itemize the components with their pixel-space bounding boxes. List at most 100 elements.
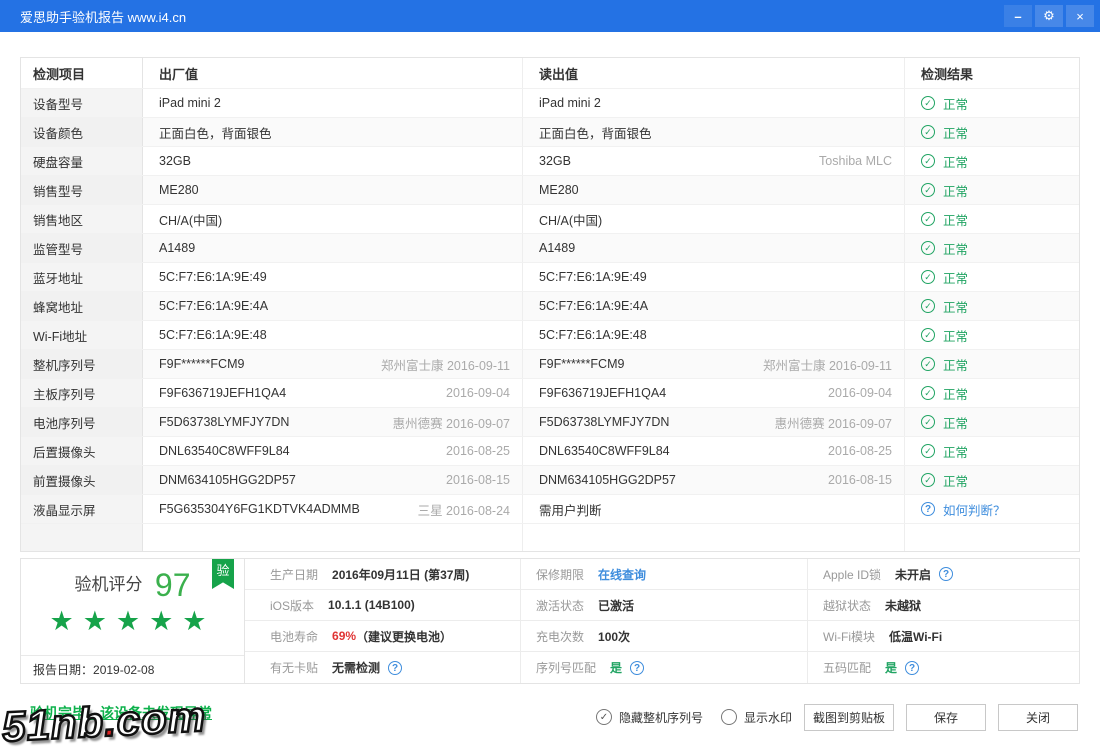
read-value: ME280 bbox=[539, 183, 579, 197]
result-normal-text: 正常 bbox=[943, 442, 968, 461]
question-circle-icon[interactable]: ? bbox=[905, 661, 919, 675]
table-row: 主板序列号F9F636719JEFH1QA42016-09-04F9F63671… bbox=[21, 378, 1079, 407]
question-circle-icon[interactable]: ? bbox=[939, 567, 953, 581]
report-date-label: 报告日期： bbox=[33, 661, 93, 678]
read-value-cell: DNL63540C8WFF9L842016-08-25 bbox=[523, 437, 905, 465]
titlebar: 爱思助手验机报告 www.i4.cn – ⚙ × bbox=[0, 0, 1100, 32]
info-value: 未越狱 bbox=[885, 597, 921, 614]
minimize-icon: – bbox=[1014, 9, 1021, 24]
info-label: Wi-Fi模块 bbox=[823, 628, 875, 645]
match-yes-value: 是 bbox=[610, 659, 622, 676]
info-value: 2016年09月11日 (第37周) bbox=[332, 566, 469, 583]
factory-value-cell: DNM634105HGG2DP572016-08-15 bbox=[143, 466, 523, 494]
info-label: 生产日期 bbox=[270, 566, 318, 583]
info-value: 低温Wi-Fi bbox=[889, 628, 942, 645]
read-value: A1489 bbox=[539, 241, 575, 255]
star-rating: ★★★★★ bbox=[21, 606, 244, 636]
info-label: 有无卡贴 bbox=[270, 659, 318, 676]
window-title: 爱思助手验机报告 www.i4.cn bbox=[0, 7, 1004, 26]
read-value: 5C:F7:E6:1A:9E:48 bbox=[539, 328, 647, 342]
factory-value: DNM634105HGG2DP57 bbox=[159, 473, 296, 487]
result-cell: ✓正常 bbox=[905, 379, 1079, 407]
close-report-button[interactable]: 关闭 bbox=[998, 704, 1078, 731]
table-row: 后置摄像头DNL63540C8WFF9L842016-08-25DNL63540… bbox=[21, 436, 1079, 465]
score-title: 验机评分 bbox=[74, 575, 142, 594]
read-value-cell: 32GBToshiba MLC bbox=[523, 147, 905, 175]
read-value: 正面白色，背面银色 bbox=[539, 123, 652, 142]
read-value: F9F******FCM9 bbox=[539, 357, 624, 371]
show-watermark-toggle[interactable]: 显示水印 bbox=[721, 709, 792, 726]
info-cell: iOS版本10.1.1 (14B100) bbox=[245, 590, 520, 621]
table-row: 整机序列号F9F******FCM9郑州富士康 2016-09-11F9F***… bbox=[21, 349, 1079, 378]
factory-value: 正面白色，背面银色 bbox=[159, 123, 272, 142]
row-label: 硬盘容量 bbox=[21, 147, 143, 175]
check-circle-icon: ✓ bbox=[921, 241, 935, 255]
check-circle-icon: ✓ bbox=[921, 357, 935, 371]
table-row: 蓝牙地址5C:F7:E6:1A:9E:495C:F7:E6:1A:9E:49✓正… bbox=[21, 262, 1079, 291]
table-row: 销售型号ME280ME280✓正常 bbox=[21, 175, 1079, 204]
result-cell: ✓正常 bbox=[905, 263, 1079, 291]
table-row: 设备型号iPad mini 2iPad mini 2✓正常 bbox=[21, 88, 1079, 117]
info-label: 电池寿命 bbox=[270, 628, 318, 645]
table-row: 销售地区CH/A(中国)CH/A(中国)✓正常 bbox=[21, 204, 1079, 233]
online-query-link[interactable]: 在线查询 bbox=[598, 566, 646, 583]
table-row: 监管型号 A1489 A1489 ✓正常 bbox=[21, 233, 1079, 262]
info-label: 充电次数 bbox=[536, 628, 584, 645]
factory-note: 2016-08-25 bbox=[446, 444, 510, 458]
read-value-cell: ME280 bbox=[523, 176, 905, 204]
factory-value: iPad mini 2 bbox=[159, 96, 221, 110]
save-button[interactable]: 保存 bbox=[906, 704, 986, 731]
factory-value-cell: F9F636719JEFH1QA42016-09-04 bbox=[143, 379, 523, 407]
close-icon: × bbox=[1076, 9, 1084, 24]
read-value: F9F636719JEFH1QA4 bbox=[539, 386, 666, 400]
check-circle-icon: ✓ bbox=[921, 212, 935, 226]
factory-value-cell: F5D63738LYMFJY7DN惠州德赛 2016-09-07 bbox=[143, 408, 523, 436]
header-result: 检测结果 bbox=[905, 58, 1079, 88]
result-cell: ✓正常 bbox=[905, 234, 1079, 262]
read-value-cell: DNM634105HGG2DP572016-08-15 bbox=[523, 466, 905, 494]
info-value: 100次 bbox=[598, 628, 630, 645]
read-value-cell: CH/A(中国) bbox=[523, 205, 905, 233]
result-cell: ✓正常 bbox=[905, 321, 1079, 349]
factory-value: F9F******FCM9 bbox=[159, 357, 244, 371]
factory-value-cell: DNL63540C8WFF9L842016-08-25 bbox=[143, 437, 523, 465]
question-circle-icon[interactable]: ? bbox=[630, 661, 644, 675]
header-read: 读出值 bbox=[523, 58, 905, 88]
settings-button[interactable]: ⚙ bbox=[1035, 5, 1063, 27]
show-watermark-label: 显示水印 bbox=[744, 709, 792, 726]
question-circle-icon[interactable]: ? bbox=[388, 661, 402, 675]
read-value: 5C:F7:E6:1A:9E:49 bbox=[539, 270, 647, 284]
read-value-cell: F5D63738LYMFJY7DN惠州德赛 2016-09-07 bbox=[523, 408, 905, 436]
device-info-grid: 生产日期 2016年09月11日 (第37周) iOS版本10.1.1 (14B10… bbox=[245, 559, 1079, 683]
row-label: 监管型号 bbox=[21, 234, 143, 262]
report-table: 检测项目 出厂值 读出值 检测结果 设备型号iPad mini 2iPad mi… bbox=[20, 57, 1080, 552]
info-cell: 激活状态已激活 bbox=[520, 590, 807, 621]
read-value: iPad mini 2 bbox=[539, 96, 601, 110]
info-cell: 生产日期 2016年09月11日 (第37周) bbox=[245, 559, 520, 590]
score-box: 验 验机评分 97 ★★★★★ 报告日期： 2019-02-08 bbox=[21, 559, 245, 683]
factory-value: F5G635304Y6FG1KDTVK4ADMMB bbox=[159, 502, 360, 516]
factory-value: 32GB bbox=[159, 154, 191, 168]
read-note: 2016-08-15 bbox=[828, 473, 892, 487]
table-row: 前置摄像头DNM634105HGG2DP572016-08-15DNM63410… bbox=[21, 465, 1079, 494]
result-cell: ? 如何判断？ bbox=[905, 495, 1079, 523]
factory-value: CH/A(中国) bbox=[159, 210, 222, 229]
result-cell: ✓正常 bbox=[905, 176, 1079, 204]
screenshot-to-clipboard-button[interactable]: 截图到剪贴板 bbox=[804, 704, 894, 731]
read-value: F5D63738LYMFJY7DN bbox=[539, 415, 669, 429]
header-factory: 出厂值 bbox=[143, 58, 523, 88]
factory-value: A1489 bbox=[159, 241, 195, 255]
read-value: CH/A(中国) bbox=[539, 210, 602, 229]
check-circle-icon: ✓ bbox=[921, 415, 935, 429]
row-label: 蜂窝地址 bbox=[21, 292, 143, 320]
battery-life-value: 69% bbox=[332, 629, 356, 643]
hide-serial-toggle[interactable]: ✓ 隐藏整机序列号 bbox=[596, 709, 703, 726]
factory-note: 2016-09-04 bbox=[446, 386, 510, 400]
how-to-judge-link[interactable]: 如何判断？ bbox=[943, 500, 1006, 519]
table-filler-row bbox=[21, 523, 1079, 551]
question-circle-icon[interactable]: ? bbox=[921, 502, 935, 516]
close-button[interactable]: × bbox=[1066, 5, 1094, 27]
factory-value-cell: F5G635304Y6FG1KDTVK4ADMMB三星 2016-08-24 bbox=[143, 495, 523, 523]
info-label: Apple ID锁 bbox=[823, 566, 881, 583]
minimize-button[interactable]: – bbox=[1004, 5, 1032, 27]
